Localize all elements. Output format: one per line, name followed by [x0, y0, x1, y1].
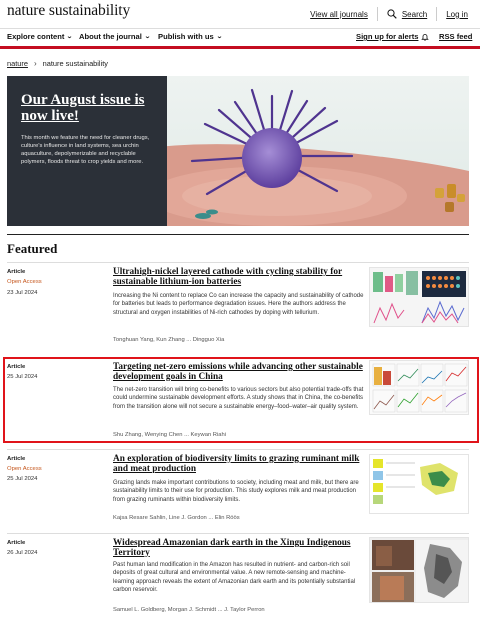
article-date: 23 Jul 2024 — [7, 290, 38, 296]
accent-rule — [0, 46, 480, 49]
hero-text-panel: Our August issue is now live! This month… — [7, 76, 167, 226]
breadcrumb-home[interactable]: nature — [7, 59, 28, 68]
nav-explore-content[interactable]: Explore content ⌄ — [7, 32, 74, 41]
login-link[interactable]: Log in — [446, 10, 468, 19]
breadcrumb-current: nature sustainability — [42, 59, 108, 68]
figure-image — [370, 538, 468, 602]
article-description: Grazing lands make important contributio… — [113, 480, 359, 503]
divider — [7, 533, 469, 534]
nav-explore-label: Explore content — [7, 32, 65, 41]
chevron-down-icon: ⌄ — [215, 34, 223, 40]
hero-banner[interactable]: Our August issue is now live! This month… — [7, 76, 469, 226]
main-nav: Explore content ⌄ About the journal ⌄ Publ… — [0, 28, 480, 46]
featured-heading: Featured — [7, 241, 58, 256]
nav-about-label: About the journal — [79, 32, 142, 41]
open-access-badge: Open Access — [7, 466, 42, 472]
sign-up-alerts-button[interactable]: Sign up for alerts — [356, 32, 430, 41]
article-description: Increasing the Ni content to replace Co … — [113, 293, 364, 316]
chevron-down-icon: ⌄ — [66, 34, 74, 40]
article-title-link[interactable]: An exploration of biodiversity limits to… — [113, 454, 365, 475]
hero-title-link[interactable]: Our August issue is now live! — [21, 92, 157, 124]
nav-publish-label: Publish with us — [158, 32, 214, 41]
article-title-link[interactable]: Widespread Amazonian dark earth in the X… — [113, 538, 365, 559]
search-link[interactable]: Search — [402, 10, 427, 19]
article-type: Article — [7, 456, 26, 462]
figure-image — [370, 455, 468, 513]
article-date: 26 Jul 2024 — [7, 550, 38, 556]
chevron-right-icon: › — [33, 59, 37, 68]
article-card: Article Open Access 25 Jul 2024 An explo… — [7, 449, 469, 531]
article-thumbnail[interactable] — [369, 454, 469, 514]
chevron-down-icon: ⌄ — [144, 34, 151, 40]
rss-feed-link[interactable]: RSS feed — [439, 32, 472, 41]
search-button[interactable]: Search — [387, 9, 427, 19]
article-description: Past human land modification in the Amaz… — [113, 562, 356, 594]
highlight-frame — [3, 357, 479, 443]
article-authors: Kajsa Resare Sahlin, Line J. Gordon ... … — [113, 515, 240, 521]
open-access-badge: Open Access — [7, 279, 42, 285]
article-date: 25 Jul 2024 — [7, 476, 38, 482]
article-type: Article — [7, 269, 26, 275]
article-type: Article — [7, 540, 26, 546]
article-title-link[interactable]: Ultrahigh-nickel layered cathode with cy… — [113, 267, 365, 288]
top-links: View all journals Search Log in — [310, 7, 468, 21]
article-thumbnail[interactable] — [369, 537, 469, 603]
article-thumbnail[interactable] — [369, 267, 469, 327]
article-card: Article Open Access 23 Jul 2024 Ultrahig… — [7, 262, 469, 354]
hero-description: This month we feature the need for clean… — [21, 135, 150, 165]
figure-image — [373, 271, 466, 324]
article-card: Article 26 Jul 2024 Widespread Amazonian… — [7, 533, 469, 633]
divider — [376, 7, 378, 21]
breadcrumb: nature › nature sustainability — [7, 59, 108, 68]
view-all-journals-link[interactable]: View all journals — [310, 10, 368, 19]
divider — [7, 449, 469, 450]
divider — [7, 262, 469, 263]
section-rule — [7, 234, 469, 235]
search-icon — [387, 9, 397, 19]
alerts-label: Sign up for alerts — [356, 32, 419, 41]
article-authors: Samuel L. Goldberg, Morgan J. Schmidt ..… — [113, 607, 265, 613]
top-bar: nature sustainability View all journals … — [0, 0, 480, 26]
rss-label: RSS feed — [439, 32, 473, 41]
bell-icon — [421, 33, 430, 41]
nav-publish-with-us[interactable]: Publish with us ⌄ — [158, 32, 222, 41]
nav-about-journal[interactable]: About the journal ⌄ — [79, 32, 151, 41]
journal-logo[interactable]: nature sustainability — [7, 2, 130, 20]
article-authors: Tonghuan Yang, Kun Zhang ... Dingguo Xia — [113, 337, 225, 343]
divider — [436, 7, 438, 21]
